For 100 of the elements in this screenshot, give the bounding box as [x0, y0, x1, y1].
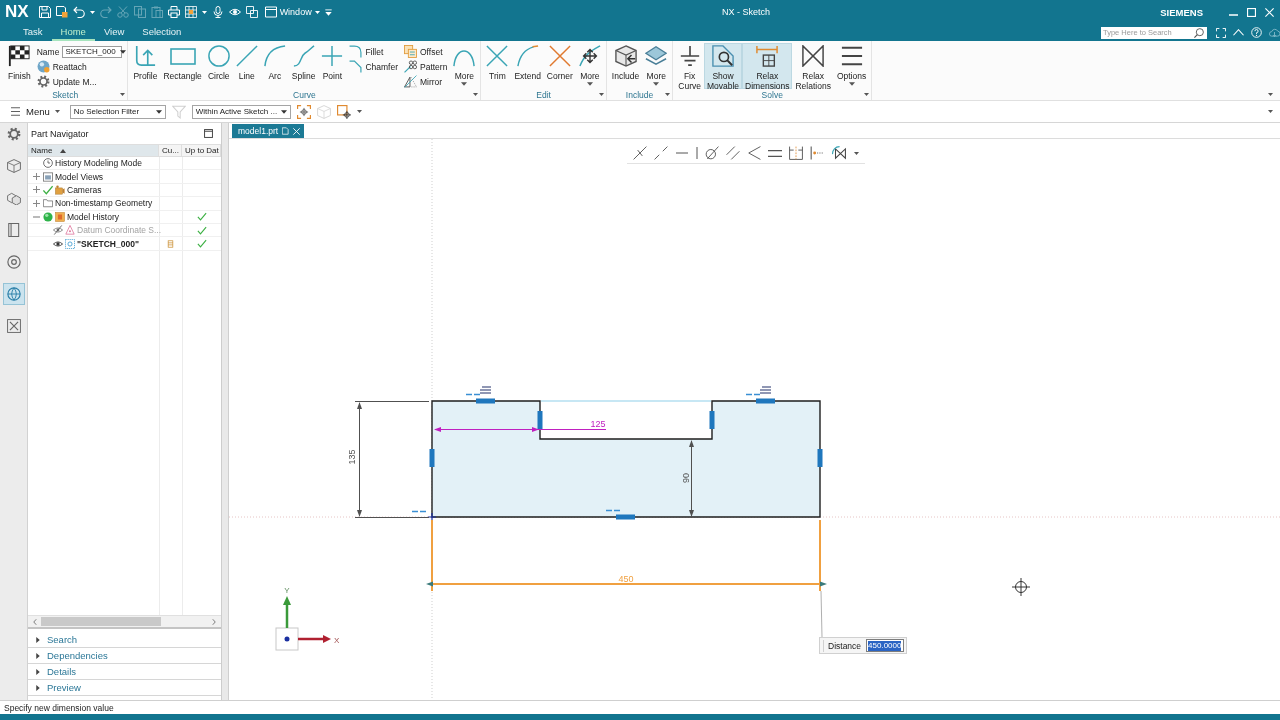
help-icon[interactable] — [1251, 27, 1262, 38]
ribbon-button[interactable]: Include — [608, 43, 643, 89]
ribbon-button[interactable]: Profile — [130, 43, 161, 89]
caret-icon[interactable] — [1268, 110, 1273, 113]
ribbon-button[interactable]: Options — [833, 43, 870, 89]
caret-icon[interactable] — [89, 10, 95, 14]
square-target-icon[interactable] — [337, 104, 352, 119]
ribbon-button[interactable]: Offset — [404, 45, 448, 58]
ribbon-tab[interactable]: Task — [14, 24, 52, 41]
section-header[interactable]: Details — [28, 664, 221, 680]
caret-icon[interactable] — [357, 110, 363, 113]
dashed-line-icon[interactable] — [654, 146, 668, 160]
tree-row[interactable]: Cameras — [28, 183, 221, 198]
ribbon-button[interactable]: Reattach — [36, 60, 123, 73]
caret-icon[interactable] — [201, 10, 207, 14]
plus-icon[interactable] — [32, 173, 40, 181]
maximize-icon[interactable] — [204, 129, 213, 138]
dimension-line[interactable] — [434, 427, 607, 432]
caret-icon[interactable] — [598, 93, 604, 96]
ribbon-button[interactable]: Fix Curve — [675, 43, 704, 89]
undo-icon[interactable] — [72, 6, 85, 18]
scope-dropdown[interactable]: Within Active Sketch ... — [191, 104, 292, 119]
dimension-line[interactable] — [354, 401, 430, 518]
grid-icon[interactable] — [184, 6, 197, 18]
menu-button[interactable]: Menu — [10, 106, 60, 117]
distance-field[interactable]: 450.0000 — [866, 639, 905, 652]
ribbon-button[interactable]: Circle — [204, 43, 233, 89]
printer-icon[interactable] — [167, 6, 180, 18]
parallel-lines-icon[interactable] — [726, 146, 740, 160]
floppy-disks-icon[interactable] — [55, 6, 68, 18]
ribbon-button[interactable]: Mirror — [404, 75, 448, 88]
ribbon-button[interactable]: Extend — [511, 43, 544, 89]
caret-icon[interactable] — [854, 151, 859, 155]
ribbon-button[interactable]: Relax Relations — [792, 43, 834, 89]
ribbon-button[interactable]: Line — [232, 43, 261, 89]
column-header[interactable]: Name — [28, 145, 159, 156]
plus-icon[interactable] — [32, 199, 40, 207]
equal-sign-icon[interactable] — [768, 149, 782, 157]
ribbon-button[interactable]: More — [642, 43, 671, 89]
window-menu[interactable]: Window — [264, 6, 320, 18]
ribbon-button[interactable]: Spline — [288, 43, 319, 89]
tree-row[interactable]: Non-timestamp Geometry — [28, 197, 221, 211]
caret-icon[interactable] — [1268, 93, 1273, 96]
ribbon-button[interactable]: Arc — [260, 43, 289, 89]
ribbon-button[interactable]: Relax Dimensions — [742, 43, 793, 89]
section-header[interactable]: Dependencies — [28, 648, 221, 664]
caret-icon[interactable] — [473, 93, 479, 96]
bowtie-icon[interactable] — [831, 146, 847, 160]
dimension-value[interactable]: 135 — [347, 449, 357, 465]
dropdown-icon[interactable] — [324, 8, 332, 16]
tree-row[interactable]: Model Views — [28, 170, 221, 184]
tree-row[interactable]: Model History — [28, 210, 221, 224]
ribbon-button[interactable]: Pattern — [404, 60, 448, 73]
chevron-up-icon[interactable] — [1233, 29, 1244, 36]
sketch-profile[interactable] — [411, 386, 823, 522]
eye-icon[interactable] — [53, 238, 63, 249]
ribbon-tab[interactable]: View — [94, 24, 134, 41]
crossed-line-icon[interactable] — [633, 146, 647, 160]
dimension-value[interactable]: 90 — [681, 473, 691, 483]
section-header[interactable]: Preview — [28, 680, 221, 696]
caret-icon[interactable] — [864, 93, 870, 96]
dimension-value[interactable]: 125 — [590, 419, 606, 429]
tangent-circle-icon[interactable] — [705, 146, 719, 160]
section-header[interactable]: Search — [28, 632, 221, 648]
selection-filter-dropdown[interactable]: No Selection Filter — [69, 104, 166, 119]
ribbon-button[interactable]: Show Movable — [703, 43, 743, 89]
ribbon-button[interactable]: Fillet — [349, 45, 398, 58]
ribbon-button[interactable]: Update M... — [36, 75, 123, 88]
tree-row[interactable]: History Modeling Mode — [28, 157, 221, 171]
ribbon-button[interactable]: Trim — [483, 43, 512, 89]
column-header[interactable]: Cu... — [159, 145, 182, 156]
ribbon-tab[interactable]: Selection — [133, 24, 191, 41]
eye-slash-icon[interactable] — [53, 225, 63, 236]
ribbon-button[interactable]: Finish — [5, 43, 34, 89]
close-icon[interactable] — [293, 127, 301, 135]
ribbon-button[interactable]: Point — [318, 43, 347, 89]
target-icon[interactable] — [297, 104, 312, 119]
column-header[interactable]: Up to Dat — [182, 145, 221, 156]
document-tab[interactable]: model1.prt — [232, 124, 305, 138]
grip-icon[interactable] — [822, 639, 825, 652]
ribbon-button[interactable]: More — [575, 43, 604, 89]
close-icon[interactable] — [1265, 7, 1274, 17]
caret-icon[interactable] — [665, 93, 671, 96]
ribbon-button[interactable]: Rectangle — [160, 43, 205, 89]
fullscreen-icon[interactable] — [1216, 27, 1226, 38]
dashed-box-icon[interactable] — [789, 146, 803, 160]
ribbon-button[interactable]: Corner — [543, 43, 576, 89]
tree-row[interactable]: "SKETCH_000" — [28, 237, 221, 251]
floppy-disk-icon[interactable] — [38, 6, 51, 18]
caret-icon[interactable] — [120, 93, 126, 96]
plus-icon[interactable] — [32, 186, 40, 194]
angle-icon[interactable] — [747, 146, 761, 160]
ribbon-button[interactable]: More — [450, 43, 479, 89]
sidebar-tab[interactable] — [2, 283, 25, 305]
dimension-line[interactable] — [689, 440, 694, 517]
ribbon-button[interactable]: Chamfer — [349, 60, 398, 73]
microphone-icon[interactable] — [211, 6, 224, 18]
point-line-icon[interactable] — [810, 146, 824, 160]
name-dropdown[interactable]: SKETCH_000 — [62, 45, 123, 58]
windows-icon[interactable] — [245, 6, 258, 18]
